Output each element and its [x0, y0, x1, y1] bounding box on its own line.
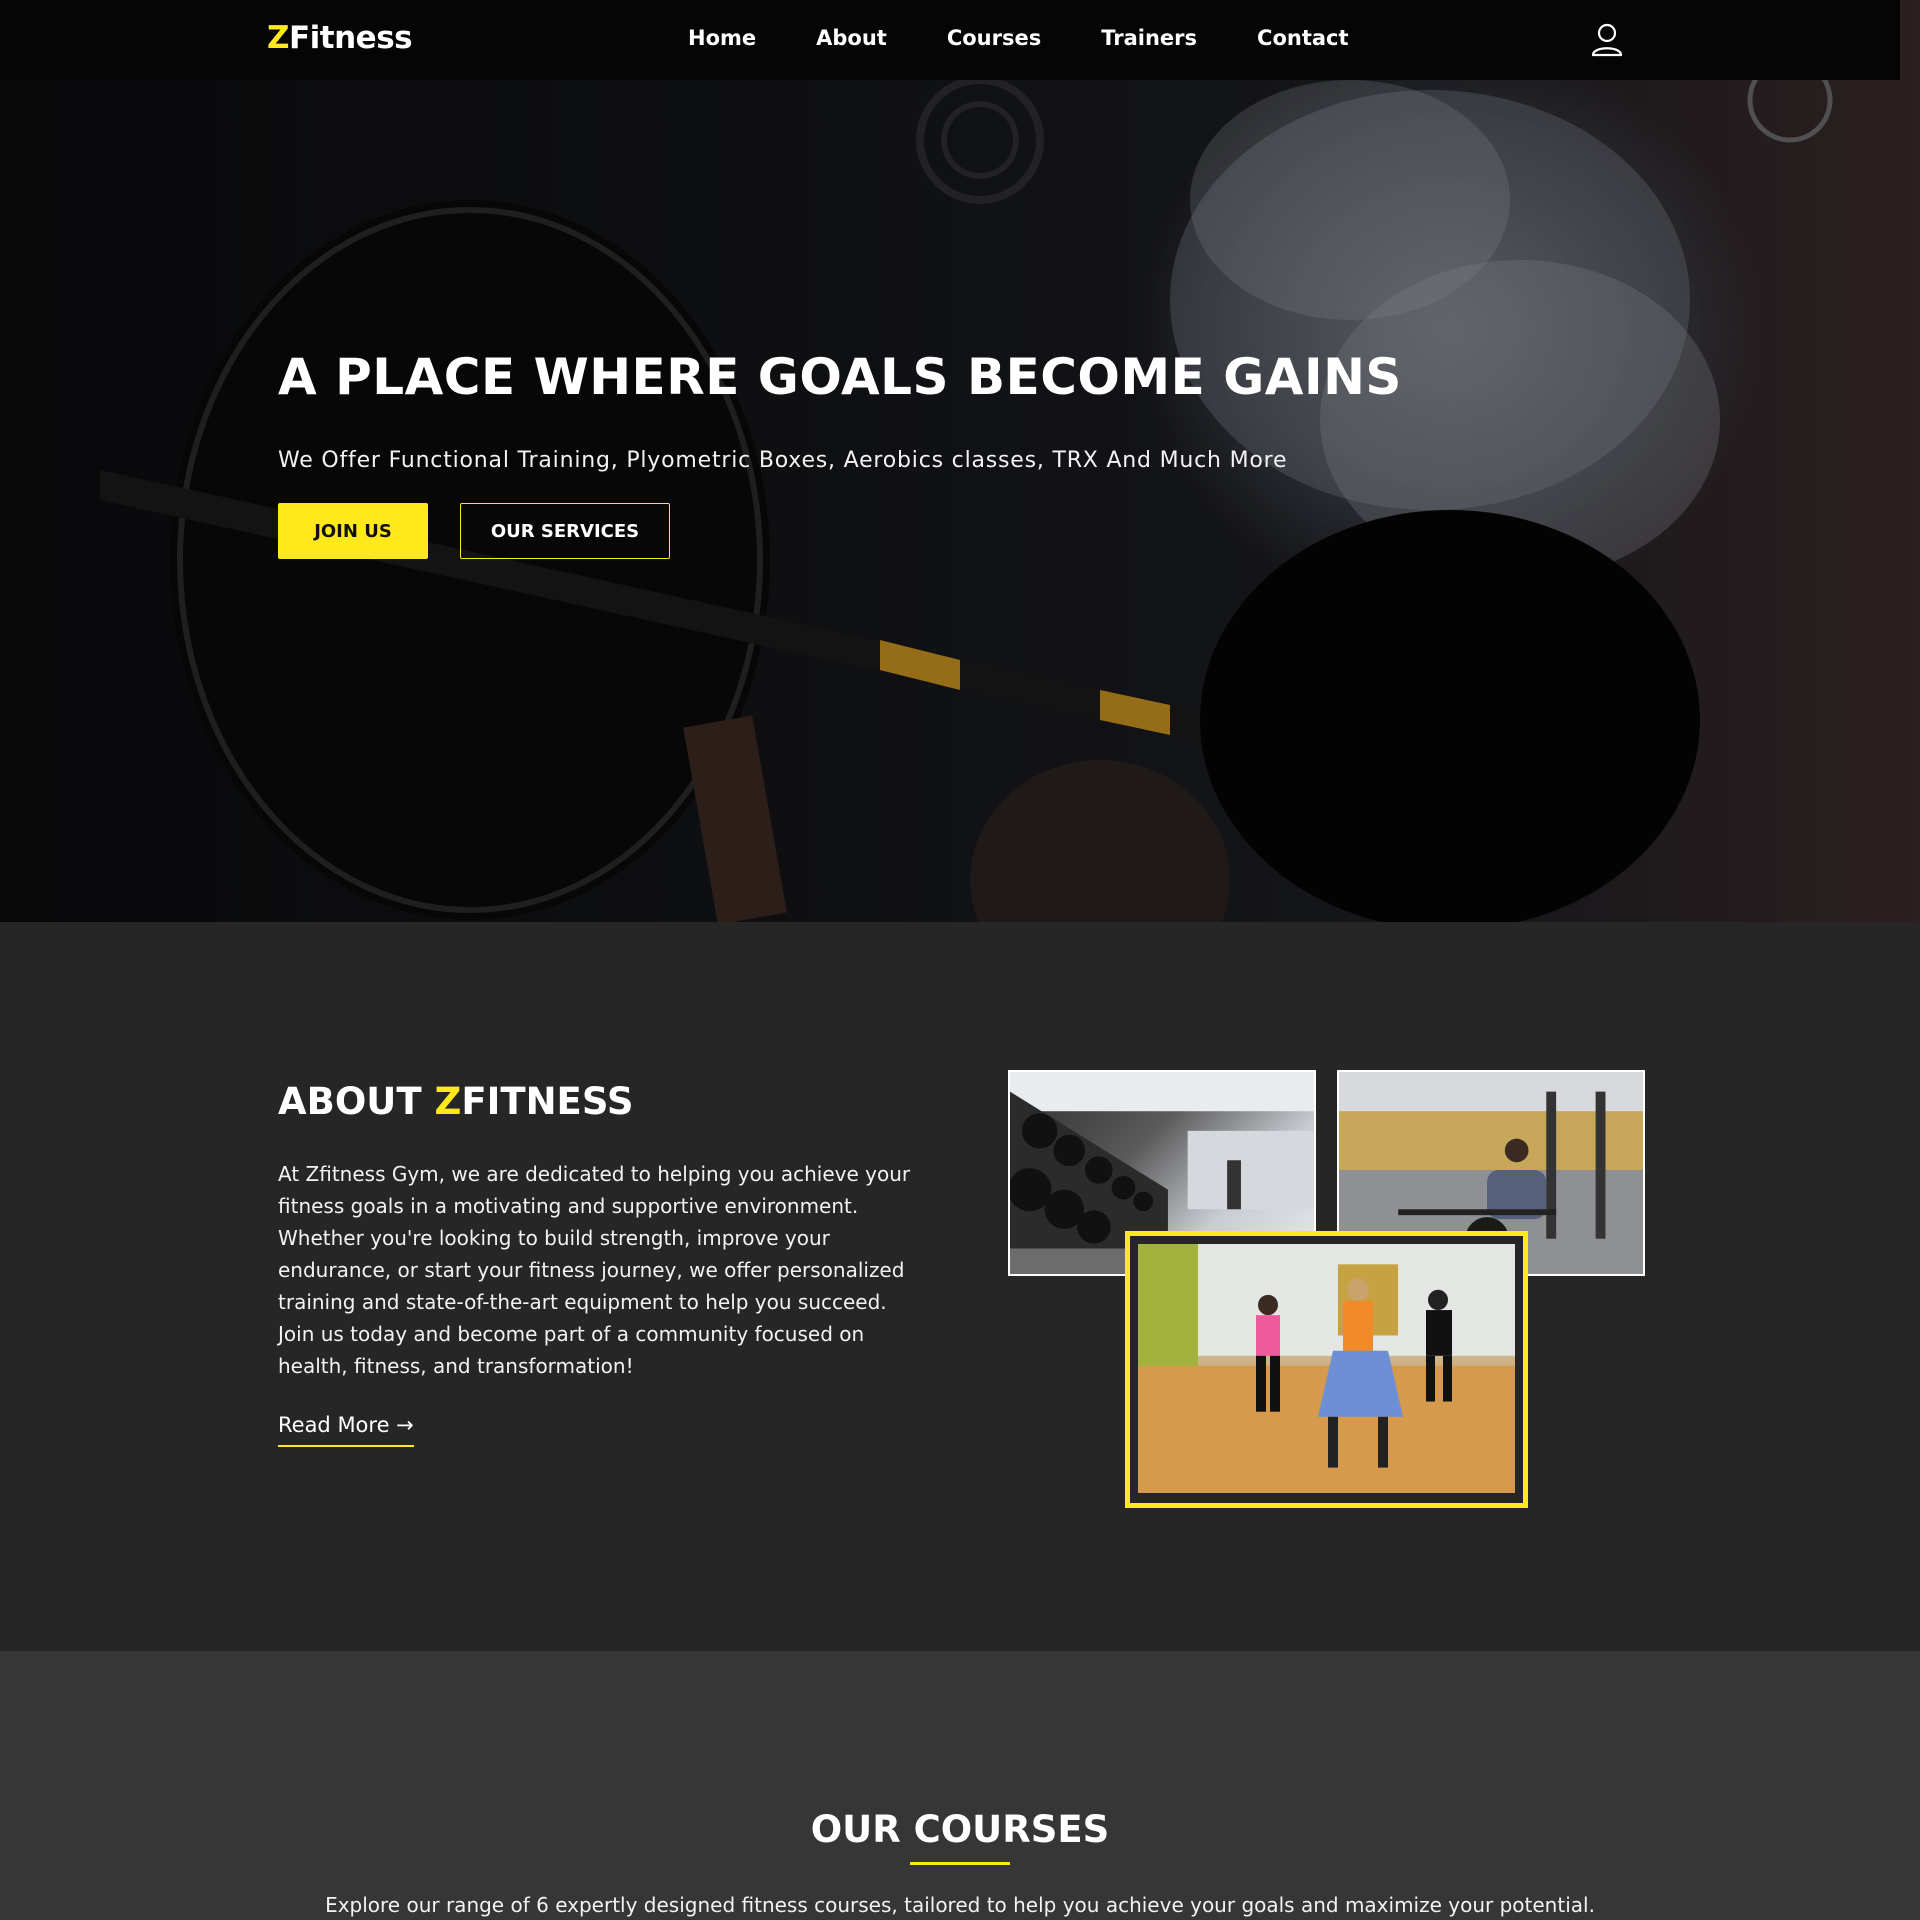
user-icon[interactable]	[1590, 22, 1624, 58]
top-navbar: ZFitness Home About Courses Trainers Con…	[0, 0, 1900, 80]
courses-section: OUR COURSES Explore our range of 6 exper…	[0, 1651, 1920, 1920]
hero-subtitle: We Offer Functional Training, Plyometric…	[278, 448, 1288, 473]
about-title-prefix: ABOUT	[278, 1080, 435, 1123]
hero-title: A PLACE WHERE GOALS BECOME GAINS	[278, 348, 1402, 406]
courses-title-underline	[910, 1862, 1010, 1865]
read-more-link[interactable]: Read More →	[278, 1413, 414, 1447]
nav-link-home[interactable]: Home	[688, 26, 756, 50]
about-title: ABOUT ZFITNESS	[278, 1080, 633, 1123]
gym-aerobics-class-photo	[1125, 1231, 1528, 1508]
about-text: At Zfitness Gym, we are dedicated to hel…	[278, 1162, 911, 1378]
courses-description: Explore our range of 6 expertly designed…	[325, 1893, 1595, 1917]
nav-link-trainers[interactable]: Trainers	[1101, 26, 1197, 50]
logo-text: Fitness	[288, 20, 413, 56]
about-title-rest: FITNESS	[461, 1080, 634, 1123]
about-title-z: Z	[434, 1080, 462, 1123]
nav-links: Home About Courses Trainers Contact	[688, 26, 1349, 50]
hero-section: A PLACE WHERE GOALS BECOME GAINS We Offe…	[0, 0, 1920, 922]
nav-link-contact[interactable]: Contact	[1257, 26, 1349, 50]
our-services-button[interactable]: OUR SERVICES	[460, 503, 670, 559]
nav-link-about[interactable]: About	[816, 26, 887, 50]
logo-z: Z	[267, 20, 289, 56]
courses-title: OUR COURSES	[810, 1808, 1110, 1851]
about-section: ABOUT ZFITNESS At Zfitness Gym, we are d…	[0, 922, 1920, 1651]
join-us-button[interactable]: JOIN US	[278, 503, 428, 559]
logo[interactable]: ZFitness	[267, 20, 413, 56]
nav-link-courses[interactable]: Courses	[947, 26, 1041, 50]
